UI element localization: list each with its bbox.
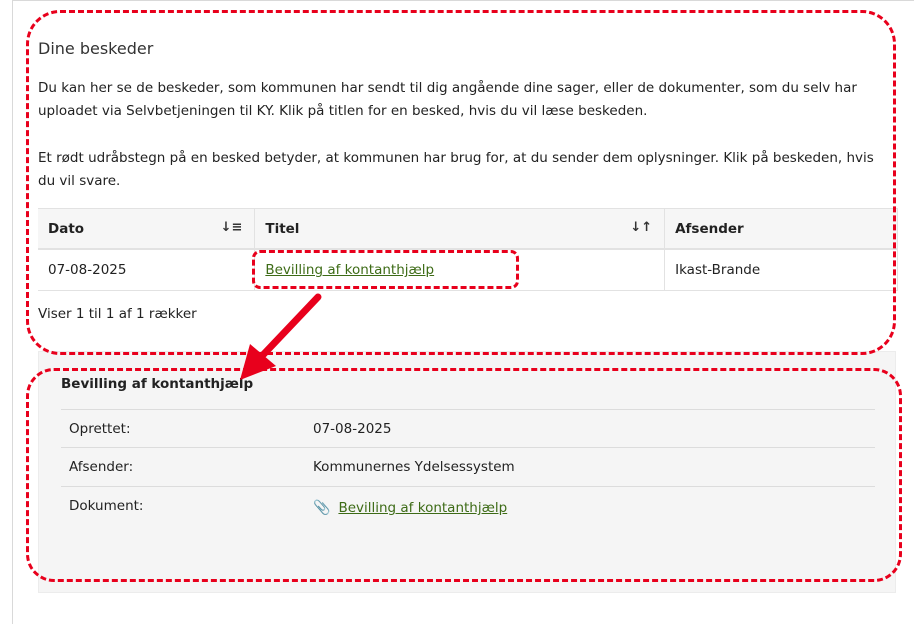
column-header-date-label: Dato	[48, 220, 85, 237]
document-link[interactable]: Bevilling af kontanthjælp	[338, 500, 507, 516]
detail-row-document: Dokument: 📎 Bevilling af kontanthjælp	[61, 486, 875, 537]
detail-row-sender: Afsender: Kommunernes Ydelsessystem	[61, 447, 875, 486]
pagination-info: Viser 1 til 1 af 1 rækker	[38, 306, 197, 322]
message-title-link[interactable]: Bevilling af kontanthjælp	[265, 262, 434, 278]
document-value: 📎 Bevilling af kontanthjælp	[313, 500, 507, 516]
row-sender: Ikast-Brande	[664, 249, 898, 291]
intro-text: Du kan her se de beskeder, som kommunen …	[38, 80, 857, 119]
detail-row-created: Oprettet: 07-08-2025	[61, 409, 875, 448]
sender-value: Kommunernes Ydelsessystem	[313, 459, 515, 475]
column-header-sender[interactable]: Afsender	[664, 208, 898, 250]
detail-title: Bevilling af kontanthjælp	[61, 376, 254, 392]
sort-descending-icon[interactable]: ↓≡	[221, 220, 243, 235]
note-text: Et rødt udråbstegn på en besked betyder,…	[38, 150, 874, 189]
column-header-title[interactable]: Titel ↓↑	[254, 208, 666, 250]
message-detail-panel: Bevilling af kontanthjælp Oprettet: 07-0…	[38, 351, 896, 593]
sort-icon[interactable]: ↓↑	[630, 220, 652, 235]
document-label: Dokument:	[69, 498, 144, 514]
column-header-title-label: Titel	[265, 220, 300, 237]
paperclip-icon: 📎	[313, 500, 331, 516]
page-title: Dine beskeder	[38, 39, 154, 58]
messages-table: Dato ↓≡ Titel ↓↑ Afsender 07-08-2025 Bev…	[38, 208, 898, 291]
created-label: Oprettet:	[69, 421, 131, 437]
row-date: 07-08-2025	[38, 249, 256, 291]
column-header-date[interactable]: Dato ↓≡	[38, 208, 256, 250]
sender-label: Afsender:	[69, 459, 134, 475]
table-row: 07-08-2025 Bevilling af kontanthjælp Ika…	[38, 249, 898, 291]
created-value: 07-08-2025	[313, 421, 392, 437]
row-title-cell: Bevilling af kontanthjælp	[254, 249, 666, 291]
column-header-sender-label: Afsender	[675, 220, 744, 237]
